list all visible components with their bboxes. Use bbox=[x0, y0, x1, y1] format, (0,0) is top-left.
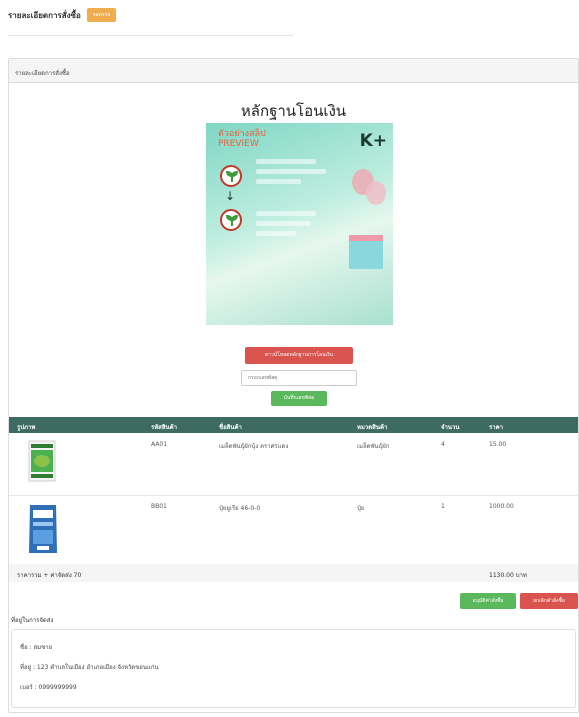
col-category: หมวดสินค้า bbox=[357, 424, 388, 431]
table-row: BB01 ปุ๋ยยูเรีย 46-0-0 ปุ๋ย 1 1000.00 bbox=[9, 497, 578, 561]
row-divider bbox=[9, 495, 578, 496]
gift-box-icon bbox=[349, 235, 383, 269]
cancel-order-button[interactable]: ยกเลิกคำสั่งซื้อ bbox=[520, 593, 578, 609]
slip-preview-label: ตัวอย่างสลิป PREVIEW bbox=[218, 129, 266, 149]
total-value: 1130.00 บาท bbox=[489, 572, 527, 579]
fertilizer-bag-icon bbox=[27, 502, 59, 558]
total-row: ราคารวม + ค่าจัดส่ง 70 1130.00 บาท bbox=[9, 564, 578, 582]
save-tracking-button[interactable]: บันทึกเลขพัสดุ bbox=[271, 391, 327, 406]
tracking-number-input[interactable] bbox=[241, 370, 357, 386]
balloon-icon bbox=[366, 181, 386, 205]
bank-icon bbox=[220, 165, 242, 187]
slip-text-line bbox=[256, 159, 316, 164]
slip-text-line bbox=[256, 221, 311, 226]
row-category: เมล็ดพันธุ์ผัก bbox=[357, 443, 390, 450]
header-divider bbox=[8, 35, 293, 36]
bank-icon bbox=[220, 209, 242, 231]
row-code: BB01 bbox=[151, 503, 167, 510]
slip-text-line bbox=[256, 231, 296, 236]
row-price: 15.00 bbox=[489, 441, 507, 448]
payment-slip-image: ตัวอย่างสลิป PREVIEW K+ ↓ bbox=[206, 123, 393, 325]
col-image: รูปภาพ bbox=[17, 424, 36, 431]
order-detail-panel: รายละเอียดการสั่งซื้อ หลักฐานโอนเงิน ตัว… bbox=[8, 58, 579, 713]
table-row: AA01 เมล็ดพันธุ์ผักบุ้ง ตราศรแดง เมล็ดพั… bbox=[9, 435, 578, 493]
payment-proof-title: หลักฐานโอนเงิน bbox=[240, 102, 347, 120]
row-category: ปุ๋ย bbox=[357, 505, 365, 512]
slip-text-line bbox=[256, 169, 326, 174]
col-price: ราคา bbox=[489, 424, 503, 431]
shipping-address-box: ชื่อ : สมชาย ที่อยู่ : 123 ตำบลในเมือง อ… bbox=[11, 629, 576, 708]
shipping-phone: เบอร์ : 0999999999 bbox=[20, 684, 77, 691]
download-proof-button[interactable]: ดาวน์โหลดหลักฐานการโอนเงิน bbox=[245, 347, 353, 364]
row-code: AA01 bbox=[151, 441, 168, 448]
slip-text-line bbox=[256, 179, 301, 184]
row-name: เมล็ดพันธุ์ผักบุ้ง ตราศรแดง bbox=[219, 443, 289, 450]
col-code: รหัสสินค้า bbox=[151, 424, 177, 431]
page-title: รายละเอียดการสั่งซื้อ bbox=[8, 10, 81, 20]
total-label: ราคารวม + ค่าจัดส่ง 70 bbox=[17, 572, 82, 579]
approve-order-button[interactable]: อนุมัติคำสั่งซื้อ bbox=[460, 593, 516, 609]
row-qty: 4 bbox=[441, 441, 445, 448]
arrow-down-icon: ↓ bbox=[225, 189, 236, 203]
shipping-title: ที่อยู่ในการจัดส่ง bbox=[11, 617, 54, 624]
row-qty: 1 bbox=[441, 503, 445, 510]
col-name: ชื่อสินค้า bbox=[219, 424, 242, 431]
col-qty: จำนวน bbox=[441, 424, 460, 431]
shipping-name: ชื่อ : สมชาย bbox=[20, 644, 53, 651]
row-price: 1000.00 bbox=[489, 503, 514, 510]
seed-packet-icon bbox=[27, 440, 57, 484]
status-badge: รอตรวจ bbox=[86, 8, 117, 22]
items-table-header: รูปภาพ รหัสสินค้า ชื่อสินค้า หมวดสินค้า … bbox=[9, 417, 578, 433]
kplus-logo: K+ bbox=[359, 131, 387, 151]
slip-text-line bbox=[256, 211, 316, 216]
row-name: ปุ๋ยยูเรีย 46-0-0 bbox=[219, 505, 261, 512]
panel-heading: รายละเอียดการสั่งซื้อ bbox=[9, 59, 578, 83]
shipping-address: ที่อยู่ : 123 ตำบลในเมือง อำเภอเมือง จัง… bbox=[20, 664, 159, 671]
page-header: รายละเอียดการสั่งซื้อ รอตรวจ bbox=[8, 8, 117, 22]
